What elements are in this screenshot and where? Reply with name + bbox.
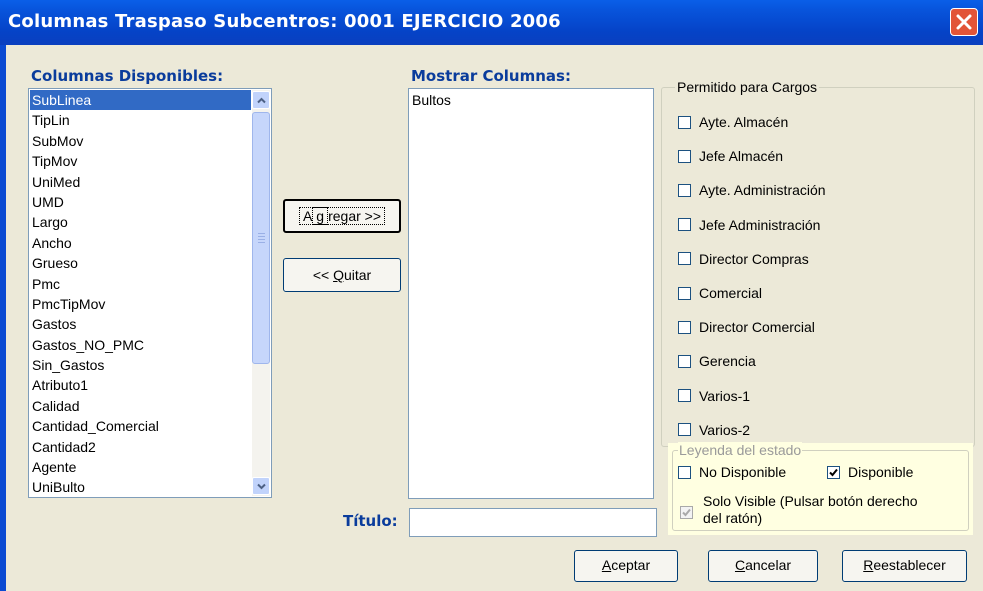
list-item[interactable]: Gastos_NO_PMC xyxy=(30,335,251,355)
remove-button-label: << Quitar xyxy=(312,267,372,283)
list-item[interactable]: PmcTipMov xyxy=(30,294,251,314)
legend-solo-visible-checkbox xyxy=(680,506,693,519)
list-item[interactable]: UniBulto xyxy=(30,477,251,497)
checkbox[interactable] xyxy=(678,354,691,368)
cancel-button[interactable]: Cancelar xyxy=(708,550,818,582)
scroll-thumb[interactable] xyxy=(252,112,270,364)
legend-solo-visible: Solo Visible (Pulsar botón derecho del r… xyxy=(703,493,918,527)
permission-ayte-almac-n[interactable]: Ayte. Almacén xyxy=(678,114,788,130)
permission-label: Jefe Almacén xyxy=(699,148,784,165)
list-item[interactable]: Cantidad2 xyxy=(30,437,251,457)
permission-ayte-administraci-n[interactable]: Ayte. Administración xyxy=(678,182,826,198)
permission-comercial[interactable]: Comercial xyxy=(678,285,762,301)
permission-label: Ayte. Almacén xyxy=(699,114,789,130)
list-item[interactable]: Atributo1 xyxy=(30,375,251,395)
list-item[interactable]: Cantidad_Comercial xyxy=(30,416,251,436)
title-input[interactable] xyxy=(409,508,657,537)
legend-solo-visible-line1: Solo Visible (Pulsar botón derecho xyxy=(703,493,918,509)
chevron-up-icon xyxy=(257,97,266,104)
list-item[interactable]: Gastos xyxy=(30,314,251,334)
permission-gerencia[interactable]: Gerencia xyxy=(678,353,756,369)
checkbox[interactable] xyxy=(678,423,691,437)
legend-no-disponible-label: No Disponible xyxy=(699,464,787,480)
permission-label: Director Compras xyxy=(699,250,809,267)
list-item[interactable]: Calidad xyxy=(30,396,251,416)
window-title: Columnas Traspaso Subcentros: 0001 EJERC… xyxy=(8,11,561,32)
scroll-down-button[interactable] xyxy=(252,477,270,495)
checkbox[interactable] xyxy=(678,149,691,163)
list-item[interactable]: Bultos xyxy=(410,90,652,110)
legend-disponible-label: Disponible xyxy=(848,464,914,480)
list-item[interactable]: Pmc xyxy=(30,274,251,294)
scroll-up-button[interactable] xyxy=(252,91,270,109)
permission-label: Jefe Administración xyxy=(699,216,821,233)
add-button[interactable]: Ag regar >> xyxy=(283,199,401,233)
checkmark-icon xyxy=(682,508,691,517)
checkbox[interactable] xyxy=(678,286,691,300)
shown-columns-items: Bultos xyxy=(410,90,652,110)
checkbox-checked[interactable] xyxy=(827,465,840,479)
permission-label: Varios-2 xyxy=(699,421,751,438)
permission-label: Varios-1 xyxy=(699,387,751,404)
chevron-down-icon xyxy=(257,483,266,490)
checkbox[interactable] xyxy=(678,465,691,479)
cancel-button-label: ancelar xyxy=(745,557,792,573)
accept-button[interactable]: Aceptar xyxy=(574,550,678,582)
list-item[interactable]: Ancho xyxy=(30,233,251,253)
close-button[interactable] xyxy=(950,8,978,36)
legend-solo-visible-line2: del ratón) xyxy=(703,510,763,526)
list-item[interactable]: SubLinea xyxy=(30,90,251,111)
list-item[interactable]: UniMed xyxy=(30,172,251,192)
checkbox[interactable] xyxy=(678,252,691,266)
available-columns-items: SubLinea TipLin SubMov TipMov UniMed UMD Largo… xyxy=(30,90,251,497)
available-columns-scrollbar[interactable] xyxy=(252,90,270,496)
checkbox[interactable] xyxy=(678,320,691,334)
reset-button-label: eestablecer xyxy=(873,557,946,573)
list-item[interactable]: SubMov xyxy=(30,131,251,151)
checkmark-icon xyxy=(829,468,838,476)
accept-button-label: ceptar xyxy=(611,557,651,573)
checkbox[interactable] xyxy=(678,389,691,403)
shown-columns-label: Mostrar Columnas: xyxy=(411,67,571,85)
permission-label: Ayte. Administración xyxy=(699,182,826,199)
legend-no-disponible[interactable]: No Disponible xyxy=(678,464,786,480)
checkbox[interactable] xyxy=(678,183,691,197)
reset-button[interactable]: Reestablecer xyxy=(842,550,967,582)
list-item[interactable]: Largo xyxy=(30,212,251,232)
shown-columns-list[interactable]: Bultos xyxy=(408,88,654,499)
available-columns-list[interactable]: SubLinea TipLin SubMov TipMov UniMed UMD Largo… xyxy=(28,88,272,498)
legend-disponible[interactable]: Disponible xyxy=(827,464,913,480)
permission-varios-2[interactable]: Varios-2 xyxy=(678,422,750,438)
remove-button[interactable]: << Quitar xyxy=(283,258,401,292)
legend-panel: Leyenda del estado No Disponible Disponi… xyxy=(668,442,973,535)
legend-title: Leyenda del estado xyxy=(678,442,803,458)
permission-director-comercial[interactable]: Director Comercial xyxy=(678,319,815,335)
permission-varios-1[interactable]: Varios-1 xyxy=(678,388,750,404)
permission-label: Gerencia xyxy=(699,353,756,370)
permission-jefe-almac-n[interactable]: Jefe Almacén xyxy=(678,148,783,164)
list-item[interactable]: Grueso xyxy=(30,253,251,273)
available-columns-label: Columnas Disponibles: xyxy=(31,67,224,85)
title-bar[interactable]: Columnas Traspaso Subcentros: 0001 EJERC… xyxy=(0,0,983,46)
title-field-label: Título: xyxy=(343,512,398,530)
add-button-label: Ag regar >> xyxy=(298,207,386,225)
list-item[interactable]: TipMov xyxy=(30,151,251,171)
list-item[interactable]: Sin_Gastos xyxy=(30,355,251,375)
permission-label: Comercial xyxy=(699,285,763,301)
permissions-group-title: Permitido para Cargos xyxy=(675,79,820,95)
close-icon xyxy=(956,14,972,30)
checkbox[interactable] xyxy=(678,115,691,129)
permission-label: Director Comercial xyxy=(699,319,815,336)
list-item[interactable]: UMD xyxy=(30,192,251,212)
checkbox[interactable] xyxy=(678,218,691,232)
list-item[interactable]: Agente xyxy=(30,457,251,477)
list-item[interactable]: TipLin xyxy=(30,110,251,130)
permission-director-compras[interactable]: Director Compras xyxy=(678,251,809,267)
permission-jefe-administraci-n[interactable]: Jefe Administración xyxy=(678,217,820,233)
